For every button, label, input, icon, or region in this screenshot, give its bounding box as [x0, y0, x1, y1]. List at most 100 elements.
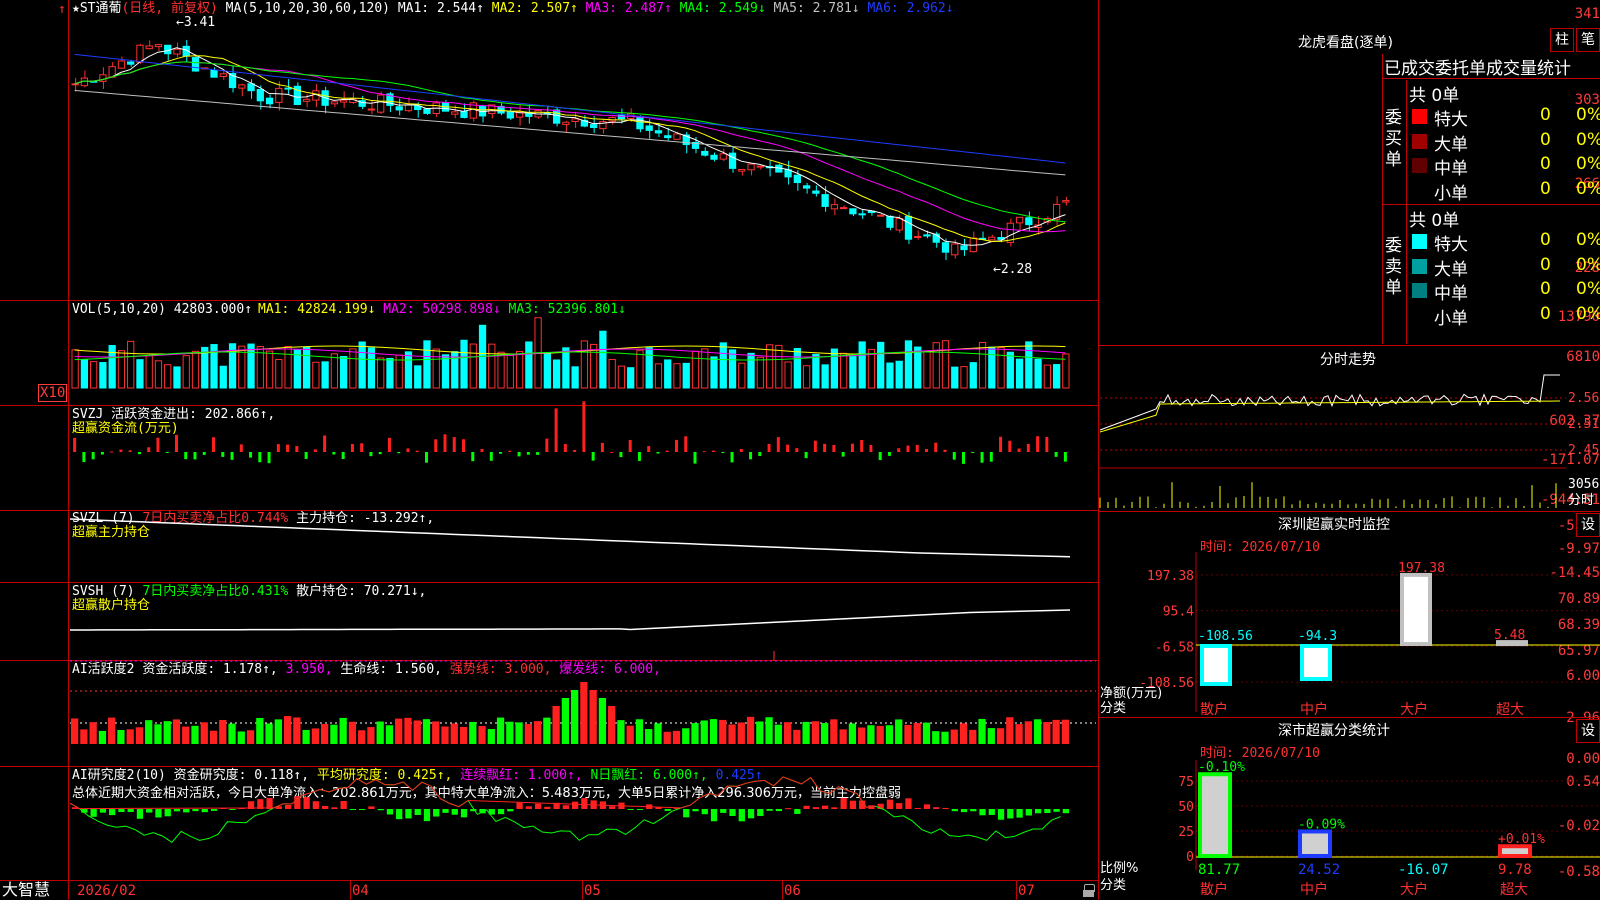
- classify-bottom-label: 81.77: [1198, 862, 1240, 878]
- activity-bar: [117, 729, 125, 744]
- retail-holding-line[interactable]: [70, 583, 1098, 659]
- candle-body: [895, 217, 903, 231]
- volume-bar: [543, 352, 551, 389]
- candle-body: [1015, 216, 1024, 224]
- activity-bar: [645, 729, 653, 744]
- stock-name[interactable]: ★ST通葡: [72, 1, 121, 16]
- classify-settings-button[interactable]: 设: [1576, 719, 1600, 743]
- activity-bar: [422, 719, 431, 744]
- activity-bar: [774, 724, 782, 744]
- research-bar: [757, 809, 764, 816]
- app-logo[interactable]: 大智慧: [2, 880, 50, 900]
- volume-bars[interactable]: [70, 316, 1098, 404]
- fund-flow-bar: [286, 444, 290, 452]
- fund-flow-bar: [749, 452, 753, 460]
- candle-body: [728, 152, 737, 169]
- activity-bar: [617, 720, 625, 744]
- fund-flow-bar: [952, 452, 956, 460]
- ai-research-chart[interactable]: [69, 767, 1098, 879]
- candle-body: [886, 215, 894, 228]
- classify-category: 散户: [1200, 881, 1228, 898]
- research-bar: [164, 809, 171, 817]
- classify-bar: [1298, 829, 1332, 859]
- volume-bar: [358, 341, 366, 389]
- research-bar: [534, 803, 542, 809]
- candlestick-chart[interactable]: [70, 16, 1098, 298]
- sell-row-count: 0: [1540, 279, 1551, 299]
- up-arrow-icon: ↑: [58, 2, 66, 17]
- volume-bar: [293, 349, 301, 389]
- volume-bar: [265, 350, 274, 389]
- volume-bar: [349, 348, 357, 389]
- activity-bar: [756, 721, 764, 744]
- fund-flow-bar: [1017, 448, 1021, 452]
- candle-body: [673, 133, 681, 140]
- research-bar: [812, 807, 819, 809]
- fund-flow-bar: [258, 452, 262, 463]
- candle-body: [858, 213, 866, 216]
- ai-active-bars[interactable]: [70, 651, 1098, 765]
- activity-bar: [580, 682, 588, 744]
- dragon-tabs[interactable]: 已成交委托单成交量统计: [1384, 54, 1571, 79]
- fund-flow-bar: [684, 436, 688, 452]
- volume-bar: [284, 345, 292, 389]
- candle-body: [219, 73, 227, 78]
- fund-flow-bar: [350, 444, 354, 452]
- classify-bottom-label: 24.52: [1298, 862, 1340, 878]
- research-bar: [303, 797, 310, 809]
- period-label[interactable]: (日线, 前复权): [121, 1, 217, 16]
- fund-flow-bar: [193, 452, 197, 460]
- research-bar: [581, 798, 588, 809]
- classify-bottom-label: 9.78: [1498, 862, 1532, 878]
- fund-flow-bar: [545, 438, 549, 452]
- classify-axis-label: 75: [1178, 775, 1194, 790]
- activity-bar: [858, 727, 866, 744]
- buy-row-swatch: [1412, 109, 1427, 124]
- fund-flow-bar: [526, 452, 530, 455]
- activity-bar: [108, 717, 116, 744]
- monitor-axis-label: -6.58: [1155, 640, 1194, 655]
- activity-bar: [478, 726, 486, 744]
- volume-bar: [552, 359, 561, 389]
- research-bar: [905, 798, 912, 809]
- fund-flow-bar: [415, 450, 419, 452]
- volume-bar: [377, 357, 385, 389]
- trade-view-button[interactable]: 笔: [1576, 28, 1600, 52]
- activity-bar: [654, 723, 662, 744]
- main-force-holding-line[interactable]: [69, 511, 1098, 581]
- research-bar: [322, 805, 329, 809]
- volume-bar: [895, 360, 903, 389]
- volume-bar: [1025, 341, 1033, 389]
- volume-bar: [117, 350, 126, 389]
- monitor-bar-chart[interactable]: 197.38 95.4 -6.58 -108.56 -108.56 散户 -94.3 中户 19…: [1100, 552, 1600, 718]
- research-bar: [109, 809, 116, 816]
- activity-bar: [895, 719, 903, 744]
- volume-bar: [802, 365, 811, 389]
- classify-bar-chart[interactable]: 75 50 25 0 -0.10% -0.09% +0.01% 81.77 散户 24.52 中户 -…: [1100, 760, 1600, 900]
- ma-param-label: MA(5,10,20,30,60,120): [225, 1, 390, 16]
- fund-flow-bars[interactable]: [70, 401, 1098, 510]
- fund-flow-bar: [860, 440, 864, 452]
- activity-bar: [154, 724, 162, 744]
- intraday-chart[interactable]: [1099, 370, 1566, 510]
- monitor-bar: [1300, 644, 1332, 682]
- buy-row-name: 大单: [1434, 134, 1468, 155]
- column-view-button[interactable]: 柱: [1550, 28, 1574, 52]
- activity-bar: [1061, 719, 1069, 744]
- candle-body: [636, 116, 644, 130]
- buy-row-name: 特大: [1434, 110, 1468, 130]
- volume-bar: [330, 353, 339, 389]
- fund-flow-bar: [702, 451, 706, 453]
- research-bar: [525, 806, 532, 809]
- research-bar: [849, 800, 857, 809]
- research-bar: [368, 806, 375, 809]
- research-bar: [831, 807, 838, 809]
- monitor-settings-button[interactable]: 设: [1576, 513, 1600, 537]
- research-bar: [775, 809, 782, 812]
- fund-flow-bar: [786, 444, 790, 452]
- activity-bar: [978, 718, 986, 744]
- volume-bar: [191, 350, 200, 389]
- fund-flow-bar: [517, 452, 521, 457]
- volume-bar: [904, 340, 913, 389]
- x-axis-label-apr: 04: [352, 883, 369, 899]
